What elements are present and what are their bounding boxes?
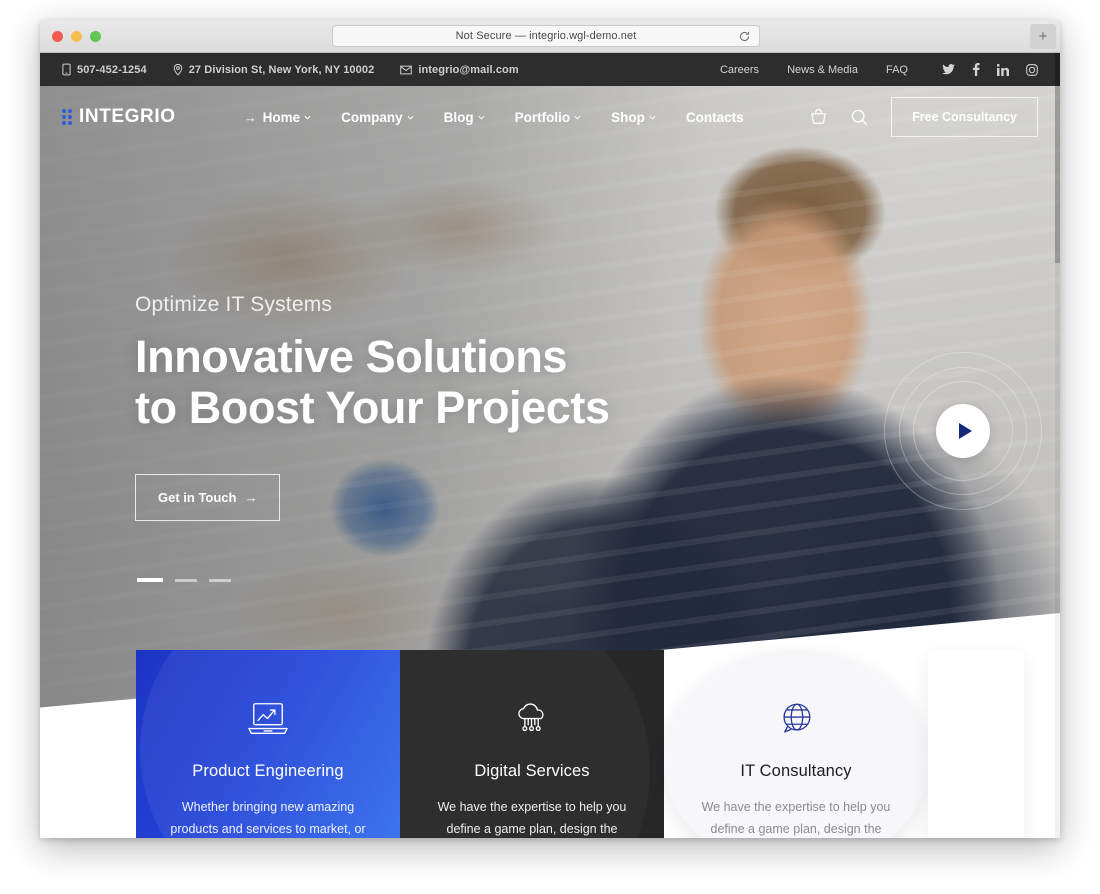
logo-text: INTEGRIO (79, 106, 176, 127)
email-label: integrio@mail.com (418, 63, 519, 76)
location-pin-icon (173, 63, 182, 76)
menu-item-shop-label: Shop (611, 109, 645, 125)
navbar-actions: Free Consultancy (809, 97, 1038, 137)
hero-title: Innovative Solutions to Boost Your Proje… (135, 331, 610, 434)
chevron-down-icon (574, 115, 581, 120)
cart-icon[interactable] (809, 108, 828, 127)
play-button[interactable] (936, 404, 990, 458)
menu-item-company-label: Company (341, 109, 403, 125)
window-controls (52, 31, 101, 42)
top-contact-bar: 507-452-1254 27 Division St, New York, N… (40, 53, 1060, 86)
website-viewport: 507-452-1254 27 Division St, New York, N… (40, 53, 1060, 838)
service-cards-row: Product Engineering Whether bringing new… (136, 650, 1024, 838)
service-card-description: Whether bringing new amazing products an… (170, 800, 366, 836)
address-label: 27 Division St, New York, NY 10002 (188, 63, 375, 76)
menu-item-home-label: Home (262, 109, 301, 125)
phone-icon (62, 63, 71, 76)
address-bar[interactable]: Not Secure — integrio.wgl-demo.net (332, 25, 760, 47)
menu-item-blog-label: Blog (443, 109, 474, 125)
browser-window: Not Secure — integrio.wgl-demo.net + 507… (40, 20, 1060, 838)
chevron-down-icon (407, 115, 414, 120)
logo-dots-icon (62, 109, 72, 125)
service-card-title: IT Consultancy (740, 762, 852, 780)
menu-item-home[interactable]: → Home (244, 110, 312, 125)
service-card-title: Product Engineering (192, 762, 344, 780)
phone-contact[interactable]: 507-452-1254 (62, 63, 147, 76)
close-window-button[interactable] (52, 31, 63, 42)
site-logo[interactable]: INTEGRIO (62, 106, 176, 128)
phone-label: 507-452-1254 (77, 63, 147, 76)
topbar-link-careers[interactable]: Careers (720, 64, 759, 76)
menu-item-company[interactable]: Company (341, 110, 414, 125)
search-icon[interactable] (850, 108, 869, 127)
email-contact[interactable]: integrio@mail.com (400, 63, 519, 76)
service-card-description: We have the expertise to help you define… (437, 800, 627, 836)
social-links-group (942, 63, 1038, 76)
topbar-links-group: Careers News & Media FAQ (720, 63, 1038, 76)
menu-item-contacts[interactable]: Contacts (686, 110, 744, 125)
arrow-right-icon: → (243, 109, 257, 125)
menu-item-contacts-label: Contacts (685, 109, 744, 125)
service-card-digital-services[interactable]: Digital Services We have the expertise t… (400, 650, 664, 838)
page-scrollbar-thumb[interactable] (1055, 53, 1060, 263)
facebook-icon[interactable] (972, 63, 980, 76)
main-navbar: INTEGRIO → Home Company Blog Portfolio S… (40, 86, 1060, 148)
slide-indicator-2[interactable] (175, 578, 197, 582)
service-card-description: We have the expertise to help you define… (701, 800, 891, 836)
video-play-area (883, 351, 1043, 511)
envelope-icon (400, 65, 413, 74)
topbar-link-faq[interactable]: FAQ (886, 64, 908, 76)
cloud-network-icon (426, 696, 638, 742)
get-in-touch-label: Get in Touch (158, 489, 237, 505)
menu-item-blog[interactable]: Blog (444, 110, 485, 125)
address-bar-text: Not Secure — integrio.wgl-demo.net (455, 30, 637, 42)
chevron-down-icon (649, 115, 656, 120)
service-card-it-consultancy[interactable]: IT Consultancy We have the expertise to … (664, 650, 928, 838)
primary-menu: → Home Company Blog Portfolio Shop Conta… (244, 110, 744, 125)
instagram-icon[interactable] (1026, 63, 1038, 76)
service-card-product-engineering[interactable]: Product Engineering Whether bringing new… (136, 650, 400, 838)
new-tab-button[interactable]: + (1030, 24, 1056, 49)
slide-indicator-1[interactable] (137, 578, 163, 582)
free-consultancy-button[interactable]: Free Consultancy (891, 97, 1038, 137)
service-card-title: Digital Services (474, 762, 590, 780)
chevron-down-icon (304, 115, 311, 120)
minimize-window-button[interactable] (71, 31, 82, 42)
service-card-next-partial[interactable] (928, 650, 1024, 838)
laptop-chart-icon (162, 696, 374, 742)
chevron-down-icon (478, 115, 485, 120)
twitter-icon[interactable] (942, 64, 955, 75)
menu-item-portfolio-label: Portfolio (514, 109, 571, 125)
get-in-touch-button[interactable]: Get in Touch → (135, 473, 281, 521)
globe-chat-icon (690, 696, 902, 742)
contact-info-group: 507-452-1254 27 Division St, New York, N… (62, 63, 519, 76)
menu-item-shop[interactable]: Shop (611, 110, 656, 125)
reload-icon[interactable] (738, 30, 751, 43)
address-contact[interactable]: 27 Division St, New York, NY 10002 (173, 63, 375, 76)
topbar-link-news-media[interactable]: News & Media (787, 64, 858, 76)
browser-titlebar: Not Secure — integrio.wgl-demo.net + (40, 20, 1060, 53)
hero-subtitle: Optimize IT Systems (135, 293, 333, 316)
play-triangle-icon (958, 423, 972, 439)
maximize-window-button[interactable] (90, 31, 101, 42)
slider-pagination (137, 578, 231, 582)
slide-indicator-3[interactable] (209, 578, 231, 582)
hero-content: Optimize IT Systems Innovative Solutions… (135, 293, 610, 521)
linkedin-icon[interactable] (997, 63, 1009, 76)
arrow-right-icon: → (244, 489, 258, 505)
menu-item-portfolio[interactable]: Portfolio (515, 110, 582, 125)
page-scrollbar[interactable] (1055, 53, 1060, 838)
